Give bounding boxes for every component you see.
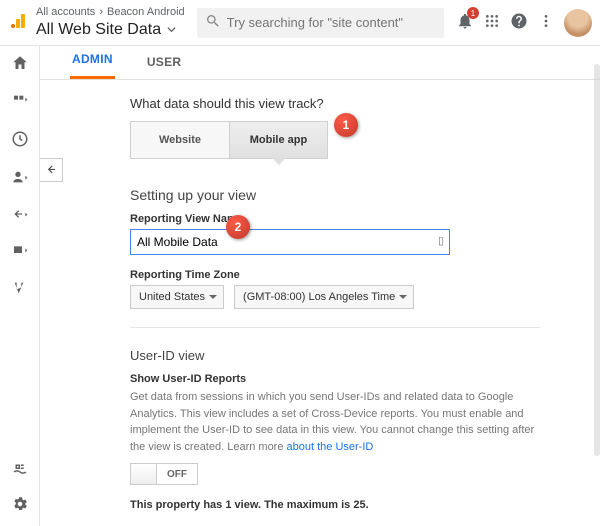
tab-user[interactable]: USER bbox=[145, 55, 184, 79]
seg-mobile-app[interactable]: Mobile app bbox=[229, 122, 327, 158]
notification-badge: 1 bbox=[467, 7, 479, 19]
scrollbar[interactable] bbox=[594, 64, 600, 456]
acquisition-icon[interactable] bbox=[11, 206, 29, 225]
search-icon bbox=[205, 13, 221, 32]
behavior-icon[interactable] bbox=[11, 243, 29, 262]
breadcrumb-item: Beacon Android bbox=[107, 6, 185, 19]
tracking-type-segmented: Website Mobile app bbox=[130, 121, 328, 159]
user-id-toggle[interactable]: OFF bbox=[130, 463, 198, 485]
label-view-name: Reporting View Name bbox=[130, 213, 540, 225]
breadcrumb: All accounts › Beacon Android bbox=[36, 6, 185, 19]
search-box[interactable] bbox=[197, 8, 444, 38]
view-title: All Web Site Data bbox=[36, 20, 161, 39]
help-icon[interactable] bbox=[510, 12, 528, 33]
callout-1: 1 bbox=[334, 113, 358, 137]
left-sidebar bbox=[0, 46, 40, 526]
tab-admin[interactable]: ADMIN bbox=[70, 52, 115, 79]
input-tag-icon: ▯ bbox=[438, 234, 444, 247]
customization-icon[interactable] bbox=[11, 93, 29, 112]
tz-country-select[interactable]: United States bbox=[130, 285, 224, 309]
more-icon[interactable] bbox=[538, 13, 554, 32]
toggle-state: OFF bbox=[157, 469, 197, 480]
label-show-user-id: Show User-ID Reports bbox=[130, 373, 540, 385]
content-area: What data should this view track? Websit… bbox=[40, 80, 600, 526]
callout-2: 2 bbox=[226, 215, 250, 239]
home-icon[interactable] bbox=[11, 54, 29, 75]
divider bbox=[130, 327, 540, 328]
view-name-input[interactable] bbox=[130, 229, 450, 255]
realtime-icon[interactable] bbox=[11, 130, 29, 151]
chevron-right-icon: › bbox=[99, 6, 103, 19]
admin-tabs: ADMIN USER bbox=[40, 46, 600, 80]
view-limit-text: This property has 1 view. The maximum is… bbox=[130, 499, 540, 511]
audience-icon[interactable] bbox=[11, 169, 29, 188]
header-actions: 1 bbox=[456, 9, 592, 37]
search-input[interactable] bbox=[227, 15, 436, 30]
app-header: All accounts › Beacon Android All Web Si… bbox=[0, 0, 600, 46]
breadcrumb-item: All accounts bbox=[36, 6, 95, 19]
toggle-knob bbox=[131, 464, 157, 484]
learn-more-link[interactable]: about the User-ID bbox=[287, 441, 374, 453]
section-user-id: User-ID view bbox=[130, 340, 540, 363]
seg-website[interactable]: Website bbox=[131, 122, 229, 158]
apps-icon[interactable] bbox=[484, 13, 500, 32]
avatar[interactable] bbox=[564, 9, 592, 37]
caret-down-icon bbox=[167, 22, 176, 38]
back-button[interactable] bbox=[40, 158, 63, 182]
user-id-help-text: Get data from sessions in which you send… bbox=[130, 389, 540, 455]
section-setting-up: Setting up your view bbox=[130, 179, 540, 203]
main-panel: ADMIN USER What data should this view tr… bbox=[40, 46, 600, 526]
discover-icon[interactable] bbox=[11, 460, 29, 481]
account-picker[interactable]: All accounts › Beacon Android All Web Si… bbox=[36, 6, 185, 38]
admin-gear-icon[interactable] bbox=[11, 495, 29, 516]
label-time-zone: Reporting Time Zone bbox=[130, 269, 540, 281]
tracking-question: What data should this view track? bbox=[130, 96, 540, 111]
tz-zone-select[interactable]: (GMT-08:00) Los Angeles Time bbox=[234, 285, 414, 309]
notifications-button[interactable]: 1 bbox=[456, 12, 474, 33]
conversions-icon[interactable] bbox=[11, 280, 29, 299]
ga-logo-icon bbox=[10, 12, 28, 33]
